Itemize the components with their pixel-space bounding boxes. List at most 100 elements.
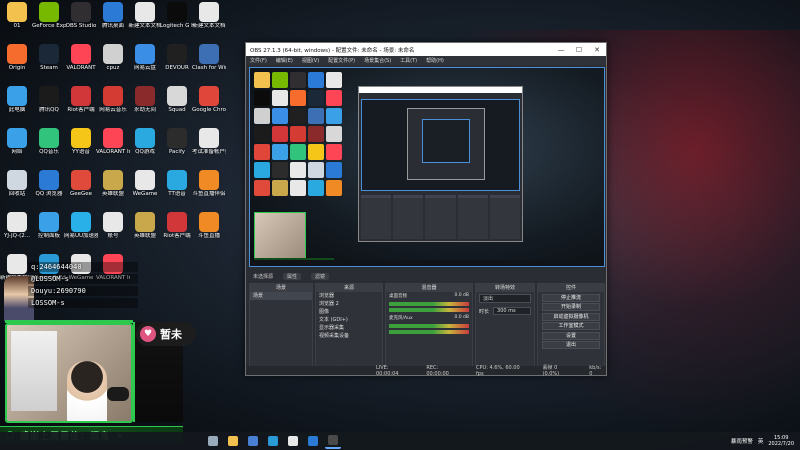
weather-alert[interactable]: 暴雨预警 [731, 437, 753, 445]
system-tray: 暴雨预警 英 15:09 2022/7/20 [731, 432, 794, 450]
desktop-icon[interactable]: VALORANT Influence... [96, 128, 130, 156]
menu-item[interactable]: 文件(F) [250, 57, 267, 64]
obs-icon[interactable] [325, 433, 341, 449]
desktop-icon[interactable]: 永劫无间 [128, 86, 162, 114]
menu-item[interactable]: 帮助(H) [426, 57, 444, 64]
preview-nvidia-icon [272, 72, 288, 88]
preview-yy-icon [308, 144, 324, 160]
desktop-icon[interactable]: Clash for Windows [192, 44, 226, 72]
taskbar-apps [205, 432, 341, 450]
transition-select[interactable]: 淡出 [479, 294, 531, 303]
desktop-icon[interactable]: 英雄联盟 [128, 212, 162, 240]
control-button[interactable]: 开始录制 [542, 303, 600, 311]
file-explorer-icon[interactable] [225, 433, 241, 449]
control-button[interactable]: 停止推流 [542, 293, 600, 302]
duration-input[interactable]: 300 ms [493, 307, 531, 315]
desktop-icon[interactable]: 控制面板 [32, 212, 66, 240]
ime-indicator[interactable]: 英 [758, 437, 764, 445]
control-button[interactable]: 设置 [542, 331, 600, 340]
store-icon[interactable] [245, 433, 261, 449]
control-button[interactable]: 工作室模式 [542, 322, 600, 330]
scene-item[interactable]: 场景 [250, 292, 312, 300]
desktop-icon[interactable]: 斗鱼直播 [192, 212, 226, 240]
preview-steam-icon [308, 90, 324, 106]
desktop-icon[interactable]: Logitech G HUB [160, 2, 194, 30]
desktop-icon[interactable]: Pacify [160, 128, 194, 156]
desktop-icon[interactable]: 腾讯QQ [32, 86, 66, 114]
desktop-icon[interactable]: 新建文本文档 [192, 2, 226, 30]
desktop-icon[interactable]: 腾讯桌面 [96, 2, 130, 30]
desktop-icon[interactable]: 英雄联盟 [96, 170, 130, 198]
volume-meter[interactable] [389, 302, 469, 306]
obs-titlebar[interactable]: OBS 27.1.3 (64-bit, windows) - 配置文件: 未命名… [246, 43, 606, 56]
desktop-icon[interactable]: 01 [0, 2, 34, 30]
menu-item[interactable]: 场景集合(S) [364, 57, 391, 64]
source-item[interactable]: 浏览器 [316, 292, 382, 300]
desktop-icon-label: 腾讯QQ [39, 107, 59, 113]
source-item[interactable]: 图像 [316, 308, 382, 316]
desktop-icon[interactable]: OBS Studio [64, 2, 98, 30]
nested-dock [393, 195, 424, 239]
desktop-icon[interactable]: Riot客户端 [64, 86, 98, 114]
desktop-icon[interactable]: cpuz [96, 44, 130, 72]
mixer-channel-db: 0.0 dB [454, 315, 469, 320]
filters-button[interactable]: 滤镜 [311, 272, 330, 280]
desktop-icon[interactable]: 新建文本文档 [128, 2, 162, 30]
source-item[interactable]: 浏览器 2 [316, 300, 382, 308]
volume-meter[interactable] [389, 330, 469, 334]
browser-icon[interactable] [305, 433, 321, 449]
desktop-icon[interactable]: 账号 [96, 212, 130, 240]
desktop-icon[interactable]: 网易云盘 [128, 44, 162, 72]
preview-valorant-icon [326, 90, 342, 106]
properties-button[interactable]: 属性 [283, 272, 302, 280]
taskbar-app-glyph [288, 436, 298, 446]
document-icon [199, 2, 219, 22]
desktop-icon[interactable]: YJ-JQ-(2... [0, 212, 34, 240]
control-button[interactable]: 启动虚拟摄像机 [542, 312, 600, 321]
source-item[interactable]: 文本 (GDI+) [316, 316, 382, 324]
desktop-icon[interactable]: YY语音 [64, 128, 98, 156]
menu-item[interactable]: 视图(V) [302, 57, 319, 64]
logitech-icon [167, 2, 187, 22]
menu-item[interactable]: 编辑(E) [276, 57, 293, 64]
minimize-button[interactable]: — [552, 43, 570, 56]
desktop-icon[interactable]: 网易云音乐 [96, 86, 130, 114]
volume-meter[interactable] [389, 324, 469, 328]
nested-docks [361, 195, 521, 239]
control-button[interactable]: 退出 [542, 341, 600, 349]
desktop-icon[interactable]: Origin [0, 44, 34, 72]
close-button[interactable]: ✕ [588, 43, 606, 56]
desktop-icon[interactable]: VALORANT [64, 44, 98, 72]
menu-item[interactable]: 配置文件(P) [328, 57, 355, 64]
desktop-icon[interactable]: TT语音 [160, 170, 194, 198]
desktop-icon[interactable]: DEVOUR [160, 44, 194, 72]
desktop-icon[interactable]: 回收站 [0, 170, 34, 198]
preview-obs-icon [290, 72, 306, 88]
obs-window[interactable]: OBS 27.1.3 (64-bit, windows) - 配置文件: 未命名… [245, 42, 607, 377]
desktop-icon[interactable]: 网络 [0, 128, 34, 156]
desktop-icon[interactable]: GeeGee [64, 170, 98, 198]
edge-icon[interactable] [265, 433, 281, 449]
desktop-icon[interactable]: 斗鱼直播伴侣 [192, 170, 226, 198]
source-item[interactable]: 视频采集设备 [316, 332, 382, 340]
desktop-icon[interactable]: 考试准备帐户数据 [192, 128, 226, 156]
wegame-icon[interactable] [285, 433, 301, 449]
desktop-icon[interactable]: 此电脑 [0, 86, 34, 114]
desktop-icon[interactable]: WeGame [128, 170, 162, 198]
menu-item[interactable]: 工具(T) [400, 57, 417, 64]
desktop-icon[interactable]: Google Chrome [192, 86, 226, 114]
desktop-icon[interactable]: QQ游戏 [128, 128, 162, 156]
task-view-icon[interactable] [205, 433, 221, 449]
clock[interactable]: 15:09 2022/7/20 [768, 435, 794, 447]
desktop-icon[interactable]: QQ音乐 [32, 128, 66, 156]
desktop-icon[interactable]: 网易UU加速器 [64, 212, 98, 240]
obs-preview[interactable] [249, 67, 605, 267]
desktop-icon[interactable]: Squad [160, 86, 194, 114]
desktop-icon[interactable]: GeForce Experience [32, 2, 66, 30]
source-item[interactable]: 显示器采集 [316, 324, 382, 332]
desktop-icon[interactable]: Steam [32, 44, 66, 72]
volume-meter[interactable] [389, 308, 469, 312]
desktop-icon[interactable]: QQ 浏览器 [32, 170, 66, 198]
desktop-icon[interactable]: Riot客户端 [160, 212, 194, 240]
maximize-button[interactable]: ☐ [570, 43, 588, 56]
